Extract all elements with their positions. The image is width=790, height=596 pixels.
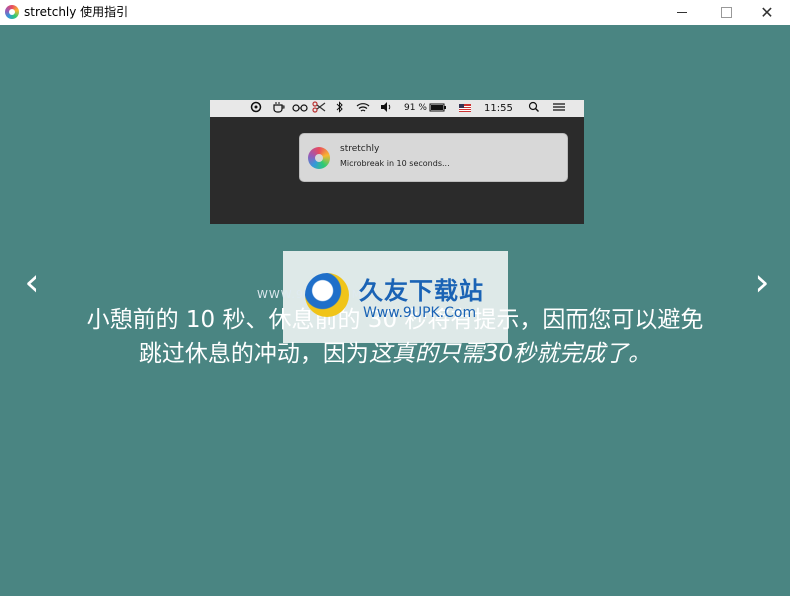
stretchly-notification-icon [308,147,330,169]
list-icon [552,101,566,116]
battery-percent: 91 % [404,103,427,113]
volume-icon [380,101,392,116]
notification-message: Microbreak in 10 seconds... [340,159,450,168]
watermark: WWW.9UPK.COM 久友下载站 Www.9UPK.Com [257,251,508,343]
search-icon [528,101,540,116]
watermark-logo-icon [305,273,349,317]
window-title: stretchly 使用指引 [24,5,129,19]
title-bar: stretchly 使用指引 ✕ [0,0,790,25]
stretchly-app-icon [5,5,19,19]
close-button[interactable]: ✕ [744,0,790,25]
minimize-icon [677,12,687,13]
coffee-icon [272,101,286,116]
maximize-icon [720,7,732,18]
previous-slide-button[interactable]: ‹ [20,262,44,302]
scissors-icon [312,101,326,116]
close-icon: ✕ [760,3,774,22]
stretchly-menubar-icon [250,101,262,116]
maximize-button[interactable] [703,0,749,25]
caption-italic-text: 这真的只需30秒就完成了。 [368,341,652,367]
battery-icon [429,101,447,116]
mac-menubar: 91 % 11:55 [210,100,584,117]
watermark-site-name: 久友下载站 [359,277,484,305]
flag-icon [458,101,472,116]
menubar-clock: 11:55 [484,103,513,114]
watermark-url: Www.9UPK.Com [363,305,477,321]
minimize-button[interactable] [659,0,705,25]
notification-title: stretchly [340,144,380,154]
tutorial-screenshot: 91 % 11:55 stretchly Microbreak in 10 se… [210,100,584,224]
next-slide-button[interactable]: › [750,262,774,302]
bluetooth-icon [336,101,344,116]
notification-popup: stretchly Microbreak in 10 seconds... [299,133,568,182]
glasses-icon [292,101,308,116]
wifi-icon [356,101,370,116]
